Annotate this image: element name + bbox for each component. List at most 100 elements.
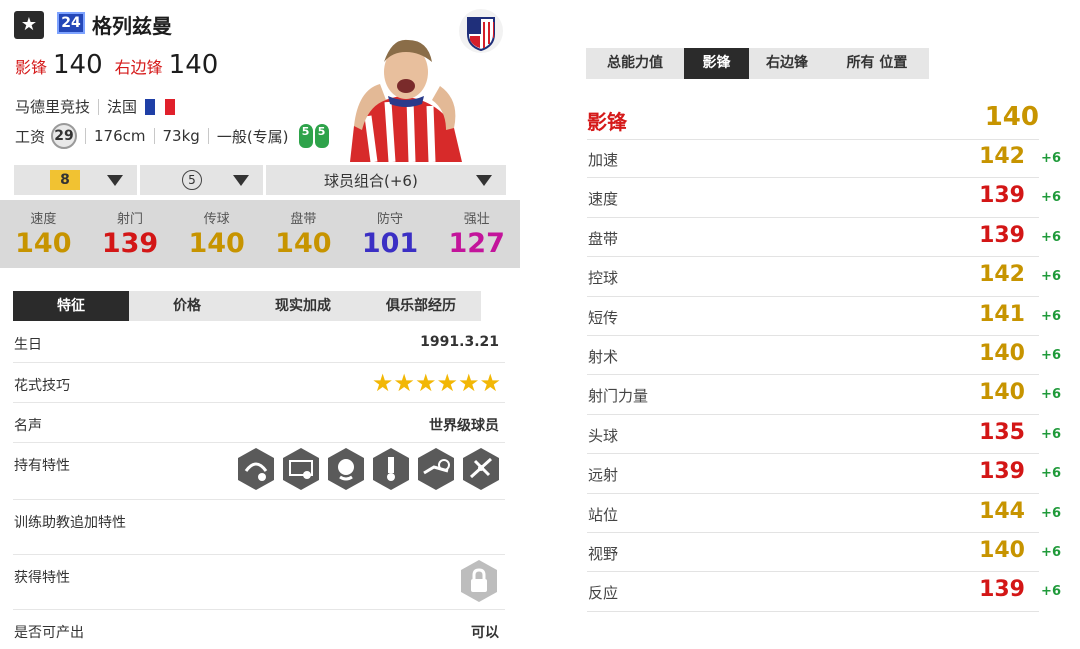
attribute-name: 速度 (588, 190, 619, 209)
nation-name: 法国 (107, 98, 138, 116)
club-logo-icon (459, 9, 503, 53)
main-stats-bar: 速度 140 射门 139 传球 140 盘带 140 防守 101 强壮 127 (0, 200, 520, 268)
attribute-value: 139 (979, 183, 1025, 209)
main-stat-value: 127 (448, 228, 505, 259)
season-badge: 24 (57, 12, 85, 34)
attribute-row: 加速 142 +6 (587, 139, 1067, 179)
coach-traits-label: 训练助教追加特性 (14, 515, 126, 531)
team-color-dropdown[interactable]: 5 (140, 165, 263, 195)
attribute-value: 139 (979, 577, 1025, 603)
attribute-row: 射术 140 +6 (587, 336, 1067, 376)
body-type-value: 一般(专属) (216, 127, 289, 146)
skill-moves-label: 花式技巧 (14, 378, 70, 394)
team-color-count: 5 (182, 170, 202, 190)
chevron-down-icon (476, 174, 492, 186)
attribute-bonus: +6 (1041, 347, 1061, 363)
position-tabs: 总能力值 影锋 右边锋 所有 位置 (586, 48, 929, 79)
attribute-name: 站位 (588, 505, 619, 524)
star-icon: ★ (436, 369, 458, 397)
weak-foot-icon: 5 (298, 124, 313, 148)
star-icon: ★ (414, 369, 437, 397)
tab-live-boost[interactable]: 现实加成 (245, 291, 361, 321)
upgrade-row: 8 5 球员组合(+6) (14, 165, 506, 195)
attribute-bonus: +6 (1041, 505, 1061, 521)
attribute-row: 短传 141 +6 (587, 297, 1067, 336)
main-stat-value: 140 (275, 228, 332, 259)
chevron-down-icon (233, 174, 249, 186)
selected-position-value: 140 (984, 102, 1039, 132)
attribute-bonus: +6 (1041, 308, 1061, 324)
info-row-producible: 是否可产出 可以 (13, 610, 505, 648)
attribute-list: 加速 142 +6 速度 139 +6 盘带 139 +6 控球 142 +6 短传 141 +6 射术 140… (587, 139, 1067, 612)
trait-speed-dribbler-icon[interactable] (416, 447, 456, 491)
enhancement-level-dropdown[interactable]: 8 (14, 165, 137, 195)
attribute-value: 140 (979, 380, 1025, 406)
skill-moves-stars: ★★★★★★ (372, 369, 501, 397)
main-stat: 盘带 140 (260, 200, 347, 268)
tab-cf[interactable]: 影锋 (684, 48, 749, 79)
chemistry-label: 球员组合(+6) (324, 171, 418, 190)
attribute-row: 远射 139 +6 (587, 454, 1067, 494)
producible-value: 可以 (471, 625, 499, 641)
physical-info-line: 工资 29 176cm 73kg 一般(专属) 5 5 (15, 123, 329, 149)
attribute-name: 射门力量 (588, 387, 649, 406)
position-value: 140 (53, 50, 103, 80)
player-name: 格列兹曼 (92, 14, 172, 38)
france-flag-icon (145, 98, 176, 115)
attribute-row: 反应 139 +6 (587, 572, 1067, 612)
chemistry-dropdown[interactable]: 球员组合(+6) (266, 165, 506, 195)
attribute-bonus: +6 (1041, 426, 1061, 442)
main-stat: 强壮 127 (433, 200, 520, 268)
main-stat-value: 140 (15, 228, 72, 259)
main-stat-label: 防守 (377, 212, 404, 227)
strong-foot-icon: 5 (314, 124, 329, 148)
attribute-bonus: +6 (1041, 544, 1061, 560)
trait-dribble-icon[interactable] (236, 447, 276, 491)
favorite-star-button[interactable]: ★ (14, 11, 44, 39)
info-list: 生日 1991.3.21 花式技巧 名声 世界级球员 持有特性 训练助教追加特性… (13, 322, 505, 648)
club-name: 马德里竞技 (15, 98, 91, 116)
attribute-name: 反应 (588, 584, 619, 603)
attribute-name: 远射 (588, 466, 619, 485)
attribute-row: 射门力量 140 +6 (587, 375, 1067, 415)
birthday-label: 生日 (14, 337, 42, 353)
trait-solid-player-icon[interactable] (371, 447, 411, 491)
traits-label: 持有特性 (14, 458, 70, 474)
height-value: 176cm (94, 127, 146, 145)
chevron-down-icon (107, 174, 123, 186)
position-name: 影锋 (15, 58, 48, 77)
attribute-value: 139 (979, 222, 1025, 248)
attribute-row: 头球 135 +6 (587, 415, 1067, 455)
attribute-bonus: +6 (1041, 151, 1061, 166)
attribute-value: 139 (979, 459, 1025, 485)
tab-all-positions[interactable]: 所有 位置 (825, 48, 929, 79)
attribute-value: 135 (979, 419, 1025, 445)
attribute-value: 141 (979, 301, 1025, 327)
attribute-row: 速度 139 +6 (587, 178, 1067, 218)
main-stat-value: 101 (361, 228, 419, 259)
birthday-value: 1991.3.21 (420, 334, 499, 350)
attribute-name: 短传 (588, 308, 619, 327)
star-icon: ★ (393, 369, 415, 397)
trait-finesse-icon[interactable] (281, 447, 321, 491)
main-stat-label: 速度 (30, 212, 57, 227)
attribute-value: 142 (979, 262, 1025, 288)
reputation-value: 世界级球员 (429, 418, 499, 434)
star-icon: ★ (457, 369, 480, 397)
attribute-name: 射术 (588, 347, 619, 366)
tab-price[interactable]: 价格 (129, 291, 245, 321)
info-row-reputation: 名声 世界级球员 (13, 403, 505, 443)
trait-playmaker-icon[interactable] (461, 447, 501, 491)
attribute-name: 头球 (588, 426, 619, 445)
attribute-row: 视野 140 +6 (587, 533, 1067, 573)
trait-leader-icon[interactable] (326, 447, 366, 491)
tab-overall[interactable]: 总能力值 (586, 48, 684, 79)
tab-traits[interactable]: 特征 (13, 291, 129, 321)
tab-rw[interactable]: 右边锋 (749, 48, 825, 79)
main-stat-value: 140 (188, 228, 245, 259)
main-stat: 射门 139 (87, 200, 174, 268)
wage-value: 29 (51, 123, 78, 149)
tab-club-history[interactable]: 俱乐部经历 (361, 291, 481, 321)
main-stat-label: 射门 (117, 212, 144, 227)
attribute-bonus: +6 (1041, 387, 1061, 403)
